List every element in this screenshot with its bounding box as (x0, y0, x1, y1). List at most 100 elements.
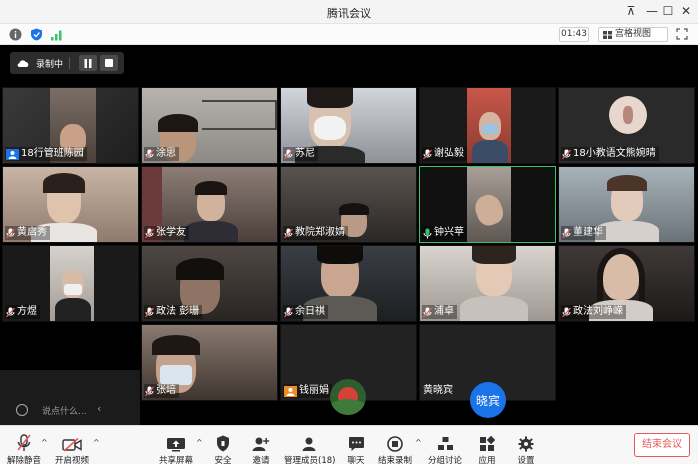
participant-name-tag: 张培 (144, 384, 179, 398)
participant-name-tag: 余日祺 (283, 305, 328, 319)
collapse-chat-button[interactable]: ‹ (97, 402, 101, 415)
participant-name-tag: 政法刘峥嵘 (561, 305, 626, 319)
mic-muted-icon (145, 307, 154, 317)
participant-name-tag: 钱丽娟 (283, 384, 332, 398)
video-tile[interactable]: 张培 (141, 324, 278, 401)
breakout-button[interactable]: 分组讨论 (426, 426, 464, 466)
unmute-button[interactable]: 解除静音 (6, 426, 42, 466)
share-screen-icon (167, 438, 185, 452)
apps-button[interactable]: 应用 (473, 426, 501, 466)
record-options-caret[interactable]: ^ (415, 438, 422, 447)
meeting-timer: 01:43 (559, 27, 589, 42)
window-titlebar: 腾讯会议 ⊼ — ☐ ✕ (0, 0, 698, 24)
manage-members-button[interactable]: 管理成员(18) (284, 426, 335, 466)
record-stop-icon (387, 436, 403, 452)
start-video-button[interactable]: 开启视频 (54, 426, 90, 466)
recording-status: 录制中 (36, 59, 64, 70)
participant-avatar (330, 379, 366, 415)
participant-name-tag: 黄晓宾 (423, 385, 453, 396)
user-icon (6, 148, 19, 160)
video-tile[interactable]: 方煜 (2, 245, 139, 322)
participant-name-tag: 18行管班陈园 (5, 147, 87, 161)
video-tile[interactable]: 涂思 (141, 87, 278, 164)
mic-muted-icon (145, 149, 154, 159)
mic-muted-icon (17, 434, 31, 451)
close-button[interactable]: ✕ (677, 4, 695, 18)
settings-button[interactable]: 设置 (512, 426, 540, 466)
stop-recording-button[interactable] (100, 55, 119, 71)
participant-name-tag: 黄启秀 (5, 226, 50, 240)
info-icon[interactable] (9, 28, 22, 41)
video-tile[interactable]: 教院郑淑婧 (280, 166, 417, 243)
video-tile-active-speaker[interactable]: 钟兴苹 (419, 166, 556, 243)
pin-button[interactable]: ⊼ (622, 4, 640, 18)
gear-icon (518, 436, 534, 452)
fullscreen-icon[interactable] (676, 28, 688, 40)
participant-name-tag: 董建华 (561, 226, 606, 240)
emoji-icon[interactable] (16, 404, 28, 416)
participant-name-tag: 张学友 (144, 226, 189, 240)
participant-name-tag: 谢弘毅 (422, 147, 467, 161)
shield-icon[interactable] (30, 28, 43, 41)
user-icon (284, 385, 297, 397)
video-tile[interactable]: 18小教语文熊婉晴 (558, 87, 695, 164)
mic-muted-icon (284, 307, 293, 317)
end-meeting-button[interactable]: 结束会议 (634, 433, 690, 457)
video-tile[interactable]: 余日祺 (280, 245, 417, 322)
video-tile[interactable]: 政法刘峥嵘 (558, 245, 695, 322)
video-tile[interactable]: 政法 彭珊 (141, 245, 278, 322)
mic-muted-icon (562, 228, 571, 238)
participant-name-tag: 浦卓 (422, 305, 457, 319)
view-mode-label: 宫格视图 (615, 29, 652, 39)
mic-active-icon (423, 228, 432, 238)
video-tile[interactable]: 浦卓 (419, 245, 556, 322)
chat-placeholder[interactable]: 说点什么... (42, 404, 87, 417)
stop-icon (105, 59, 114, 67)
maximize-button[interactable]: ☐ (659, 4, 677, 18)
video-tile[interactable]: 18行管班陈园 (2, 87, 139, 164)
pause-recording-button[interactable] (79, 55, 98, 71)
participant-name-tag: 政法 彭珊 (144, 305, 203, 319)
cloud-icon (17, 60, 29, 67)
meeting-toolbar: 解除静音 ^ 开启视频 ^ 共享屏幕 ^ 安全 邀请 管理成员(18) 聊天 结… (0, 425, 698, 466)
video-tile[interactable]: 张学友 (141, 166, 278, 243)
invite-button[interactable]: 邀请 (246, 426, 276, 466)
camera-off-icon (62, 438, 82, 452)
mic-muted-icon (6, 307, 15, 317)
video-tile[interactable]: 黄启秀 (2, 166, 139, 243)
divider (69, 57, 71, 69)
participant-name-tag: 涂思 (144, 147, 179, 161)
add-user-icon (252, 437, 270, 451)
chat-button[interactable]: 聊天 (342, 426, 370, 466)
apps-icon (480, 436, 495, 451)
share-options-caret[interactable]: ^ (196, 438, 203, 447)
mic-muted-icon (145, 386, 154, 396)
members-icon (302, 437, 316, 451)
mic-muted-icon (6, 228, 15, 238)
mic-muted-icon (423, 149, 432, 159)
participant-name-tag: 教院郑淑婧 (283, 226, 348, 240)
video-grid: 18行管班陈园 涂思 苏尼 谢弘毅 18小教语文熊婉晴 黄启秀 张学友 教院郑淑… (0, 45, 698, 445)
share-screen-button[interactable]: 共享屏幕 (156, 426, 196, 466)
participant-name-tag: 钟兴苹 (422, 226, 467, 240)
audio-options-caret[interactable]: ^ (41, 438, 48, 447)
end-recording-button[interactable]: 结束录制 (376, 426, 414, 466)
security-button[interactable]: 安全 (208, 426, 238, 466)
signal-icon[interactable] (50, 28, 63, 41)
grid-icon (603, 31, 612, 39)
shield-icon (217, 435, 229, 452)
video-options-caret[interactable]: ^ (93, 438, 100, 447)
mic-muted-icon (145, 228, 154, 238)
chat-icon (348, 437, 364, 451)
video-tile[interactable]: 董建华 (558, 166, 695, 243)
video-tile[interactable]: 苏尼 (280, 87, 417, 164)
video-tile[interactable]: 谢弘毅 (419, 87, 556, 164)
mic-muted-icon (423, 307, 432, 317)
participant-name-tag: 苏尼 (283, 147, 318, 161)
participant-name-tag: 18小教语文熊婉晴 (561, 147, 659, 161)
pause-icon (84, 58, 92, 68)
mic-muted-icon (562, 149, 571, 159)
window-title: 腾讯会议 (327, 7, 371, 20)
mic-muted-icon (562, 307, 571, 317)
view-mode-button[interactable]: 宫格视图 (598, 27, 668, 42)
